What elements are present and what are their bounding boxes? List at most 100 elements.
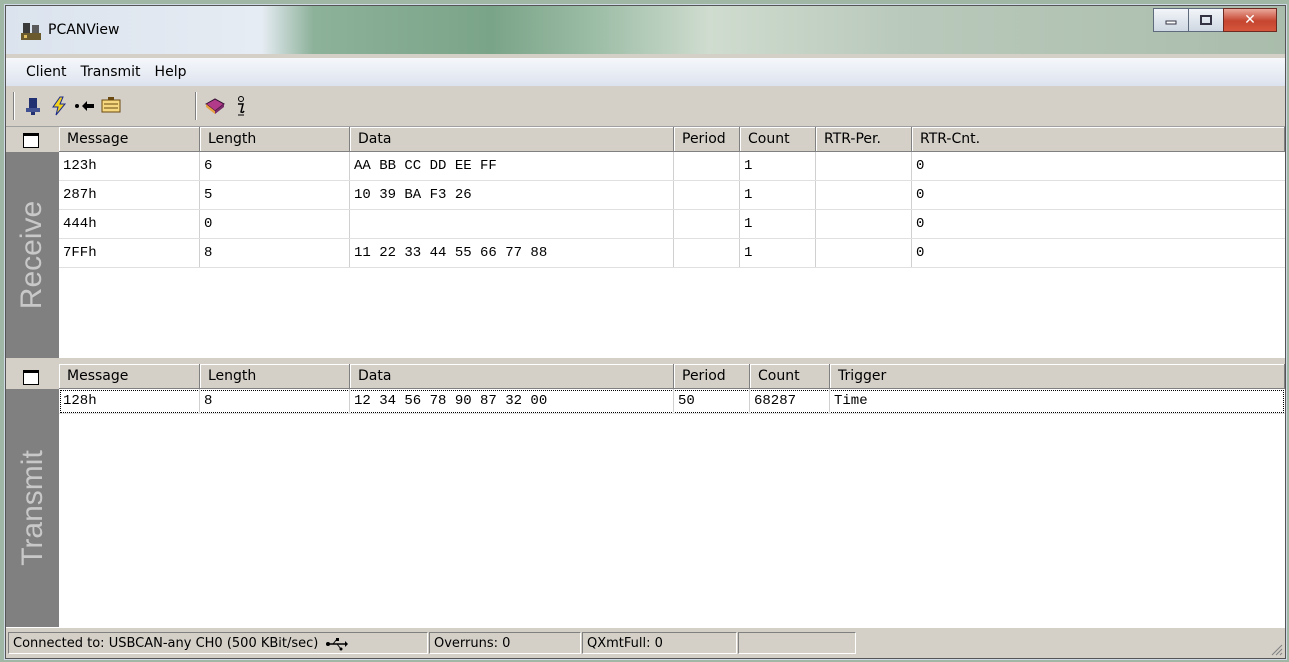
menu-transmit[interactable]: Transmit <box>81 64 141 80</box>
rx-col-message[interactable]: Message <box>59 127 200 152</box>
app-window: PCANView ✕ Client Transmit Help Receive … <box>5 5 1286 659</box>
rx-rtr-per <box>816 152 912 180</box>
rx-count: 1 <box>740 210 816 238</box>
window-menu-icon <box>23 133 39 148</box>
status-connected-text: Connected to: USBCAN-any CH0 (500 KBit/s… <box>13 636 319 651</box>
rx-length: 5 <box>200 181 350 209</box>
rx-rtr-cnt: 0 <box>916 187 925 203</box>
minimize-icon <box>1165 20 1177 25</box>
rx-data <box>350 210 674 238</box>
rx-count: 1 <box>740 181 816 209</box>
rx-length: 8 <box>200 239 350 267</box>
menu-help[interactable]: Help <box>155 64 187 80</box>
maximize-button[interactable] <box>1188 8 1224 32</box>
table-row[interactable]: 123h 6 AA BB CC DD EE FF 1 0 <box>59 152 1285 181</box>
info-icon <box>238 96 245 116</box>
transmit-label: Transmit <box>15 450 49 566</box>
rx-count: 1 <box>740 152 816 180</box>
status-connection: Connected to: USBCAN-any CH0 (500 KBit/s… <box>8 632 428 654</box>
rx-col-data[interactable]: Data <box>350 127 674 152</box>
table-row[interactable]: 7FFh 8 11 22 33 44 55 66 77 88 1 0 <box>59 239 1285 268</box>
title-bar[interactable]: PCANView ✕ <box>6 6 1285 54</box>
tx-col-length[interactable]: Length <box>200 364 350 389</box>
receive-menu-button[interactable] <box>6 127 60 152</box>
minimize-button[interactable] <box>1153 8 1189 32</box>
rx-rtr-per <box>816 210 912 238</box>
help-book-icon <box>205 98 225 114</box>
tx-col-data[interactable]: Data <box>350 364 674 389</box>
tx-message: 128h <box>59 389 200 413</box>
transmit-panel: Transmit Message Length Data Period Coun… <box>6 364 1285 627</box>
rx-col-length[interactable]: Length <box>200 127 350 152</box>
receive-label: Receive <box>15 200 49 310</box>
rx-period <box>674 239 740 267</box>
rx-length: 6 <box>200 152 350 180</box>
menu-bar: Client Transmit Help <box>6 58 1285 86</box>
toolbar <box>6 86 1285 127</box>
window-title: PCANView <box>48 22 120 38</box>
rx-col-period[interactable]: Period <box>674 127 740 152</box>
rx-message: 123h <box>59 152 200 180</box>
status-bar: Connected to: USBCAN-any CH0 (500 KBit/s… <box>6 627 1285 658</box>
rx-col-rtr-per[interactable]: RTR-Per. <box>816 127 912 152</box>
table-row[interactable]: 128h 8 12 34 56 78 90 87 32 00 50 68287 … <box>59 389 1285 414</box>
tx-col-message[interactable]: Message <box>59 364 200 389</box>
rx-length: 0 <box>200 210 350 238</box>
app-icon <box>21 23 41 40</box>
rx-rtr-cnt: 0 <box>916 245 925 261</box>
status-qxmtfull: QXmtFull: 0 <box>582 632 737 654</box>
bus-button[interactable] <box>99 94 123 118</box>
toolbar-group-1 <box>14 92 125 120</box>
rx-col-rtr-cnt[interactable]: RTR-Cnt. <box>912 127 1285 152</box>
tx-col-period[interactable]: Period <box>674 364 750 389</box>
transmit-sidebar: Transmit <box>6 364 60 627</box>
status-overruns: Overruns: 0 <box>429 632 581 654</box>
resize-grip-icon[interactable] <box>1269 642 1283 656</box>
connect-button[interactable] <box>21 94 45 118</box>
rx-count: 1 <box>740 239 816 267</box>
bus-icon <box>101 97 121 113</box>
info-button[interactable] <box>229 94 253 118</box>
rx-data: 11 22 33 44 55 66 77 88 <box>350 239 674 267</box>
arrow-left-icon <box>75 101 94 111</box>
connect-icon <box>26 98 40 115</box>
rx-rtr-per <box>816 181 912 209</box>
reset-button[interactable] <box>47 94 71 118</box>
rx-period <box>674 152 740 180</box>
rx-message: 7FFh <box>59 239 200 267</box>
rx-data: 10 39 BA F3 26 <box>350 181 674 209</box>
rx-col-count[interactable]: Count <box>740 127 816 152</box>
tx-count: 68287 <box>750 389 830 413</box>
maximize-icon <box>1200 15 1212 25</box>
toolbar-group-2 <box>196 92 255 120</box>
lightning-icon <box>52 96 67 116</box>
help-button[interactable] <box>203 94 227 118</box>
window-menu-icon <box>23 370 39 385</box>
tx-data: 12 34 56 78 90 87 32 00 <box>350 389 674 413</box>
receive-button[interactable] <box>73 94 97 118</box>
rx-period <box>674 181 740 209</box>
rx-period <box>674 210 740 238</box>
rx-data: AA BB CC DD EE FF <box>350 152 674 180</box>
rx-rtr-per <box>816 239 912 267</box>
transmit-menu-button[interactable] <box>6 364 60 389</box>
close-button[interactable]: ✕ <box>1223 8 1277 32</box>
usb-icon <box>325 637 348 650</box>
tx-period: 50 <box>674 389 750 413</box>
close-icon: ✕ <box>1244 12 1256 28</box>
table-row[interactable]: 287h 5 10 39 BA F3 26 1 0 <box>59 181 1285 210</box>
rx-rtr-cnt: 0 <box>916 216 925 232</box>
menu-client[interactable]: Client <box>26 64 67 80</box>
receive-panel: Receive Message Length Data Period Count… <box>6 127 1285 358</box>
table-row[interactable]: 444h 0 1 0 <box>59 210 1285 239</box>
status-extra <box>738 632 856 654</box>
window-controls: ✕ <box>1153 8 1277 32</box>
receive-sidebar: Receive <box>6 127 60 358</box>
rx-message: 287h <box>59 181 200 209</box>
rx-message: 444h <box>59 210 200 238</box>
tx-col-count[interactable]: Count <box>750 364 830 389</box>
tx-col-trigger[interactable]: Trigger <box>830 364 1285 389</box>
rx-rtr-cnt: 0 <box>916 158 925 174</box>
tx-trigger: Time <box>834 393 868 409</box>
tx-length: 8 <box>200 389 350 413</box>
